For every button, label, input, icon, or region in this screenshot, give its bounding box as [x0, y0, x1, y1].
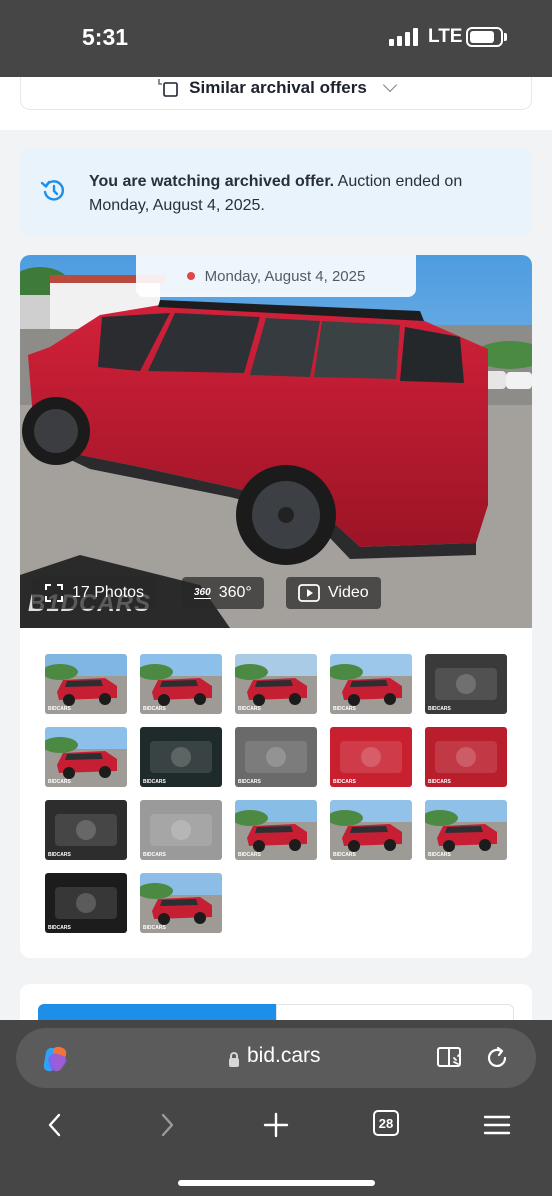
- thumbnail-watermark: BIDCARS: [143, 706, 166, 712]
- copilot-icon[interactable]: [40, 1044, 70, 1074]
- signal-icon: [389, 28, 418, 46]
- archived-notice: You are watching archived offer. Auction…: [20, 149, 532, 235]
- auction-date-pill: Monday, August 4, 2025: [136, 255, 416, 297]
- copy-icon: [158, 79, 178, 97]
- photo-thumbnail[interactable]: BIDCARS: [45, 873, 127, 933]
- browser-toolbar: bid.cars 28: [0, 1020, 552, 1196]
- tab-inactive[interactable]: [276, 1004, 514, 1020]
- chevron-down-icon: [382, 77, 397, 93]
- photo-thumbnail[interactable]: BIDCARS: [140, 654, 222, 714]
- photo-thumbnail[interactable]: BIDCARS: [235, 654, 317, 714]
- view-360-button[interactable]: 360 360°: [182, 577, 264, 609]
- lock-icon: [229, 1052, 239, 1067]
- similar-card: Similar archival offers: [0, 77, 552, 130]
- photo-thumbnail[interactable]: BIDCARS: [330, 727, 412, 787]
- thumbnail-watermark: BIDCARS: [48, 852, 71, 858]
- photos-button[interactable]: 17 Photos: [32, 577, 157, 609]
- main-photo[interactable]: Monday, August 4, 2025 B1DCARS 17 Photos…: [20, 255, 532, 628]
- url-text[interactable]: bid.cars: [247, 1044, 321, 1068]
- thumbnail-watermark: BIDCARS: [428, 706, 451, 712]
- photo-thumbnail[interactable]: BIDCARS: [425, 654, 507, 714]
- photo-thumbnail[interactable]: BIDCARS: [330, 654, 412, 714]
- auction-date: Monday, August 4, 2025: [204, 267, 366, 285]
- battery-icon: [466, 27, 503, 47]
- photo-thumbnail[interactable]: BIDCARS: [425, 727, 507, 787]
- browser-nav-row: 28: [0, 1106, 552, 1146]
- photo-thumbnail[interactable]: BIDCARS: [140, 727, 222, 787]
- gallery-card: Monday, August 4, 2025 B1DCARS 17 Photos…: [20, 255, 532, 958]
- notice-bold: You are watching archived offer.: [89, 173, 335, 190]
- history-icon: [40, 180, 65, 201]
- reader-mode-icon[interactable]: [436, 1046, 464, 1070]
- menu-icon[interactable]: [483, 1112, 511, 1138]
- view-360-label: 360°: [218, 584, 252, 601]
- thumbnail-watermark: BIDCARS: [238, 779, 261, 785]
- status-time: 5:31: [82, 24, 129, 50]
- photo-thumbnail[interactable]: BIDCARS: [330, 800, 412, 860]
- new-tab-icon[interactable]: [263, 1112, 289, 1138]
- live-dot: [186, 272, 195, 280]
- tabs-card: [20, 984, 532, 1020]
- photo-thumbnail[interactable]: BIDCARS: [45, 800, 127, 860]
- thumbnail-watermark: BIDCARS: [238, 852, 261, 858]
- 360-icon: 360: [194, 587, 211, 599]
- thumbnail-watermark: BIDCARS: [428, 779, 451, 785]
- back-icon[interactable]: [46, 1112, 64, 1138]
- address-bar[interactable]: bid.cars: [16, 1028, 536, 1088]
- thumbnail-watermark: BIDCARS: [48, 706, 71, 712]
- photo-thumbnail[interactable]: BIDCARS: [140, 800, 222, 860]
- thumbnail-watermark: BIDCARS: [143, 779, 166, 785]
- video-button[interactable]: Video: [286, 577, 381, 609]
- photo-thumbnail[interactable]: BIDCARS: [45, 727, 127, 787]
- similar-offers-button[interactable]: Similar archival offers: [20, 77, 532, 110]
- thumbnail-watermark: BIDCARS: [143, 852, 166, 858]
- battery-tip: [504, 33, 507, 41]
- forward-icon[interactable]: [158, 1112, 176, 1138]
- thumbnail-watermark: BIDCARS: [333, 706, 356, 712]
- archived-notice-text: You are watching archived offer. Auction…: [89, 170, 509, 218]
- photo-thumbnail[interactable]: BIDCARS: [235, 727, 317, 787]
- tabs-count-button[interactable]: 28: [373, 1110, 399, 1136]
- reload-icon[interactable]: [484, 1045, 510, 1071]
- photo-thumbnail[interactable]: BIDCARS: [235, 800, 317, 860]
- photos-label: 17 Photos: [72, 584, 145, 601]
- thumbnail-watermark: BIDCARS: [428, 852, 451, 858]
- network-label: LTE: [428, 26, 463, 47]
- thumbnail-watermark: BIDCARS: [48, 779, 71, 785]
- thumbnail-watermark: BIDCARS: [333, 779, 356, 785]
- video-label: Video: [328, 584, 369, 601]
- page-content: Similar archival offers You are watching…: [0, 77, 552, 1020]
- video-play-icon: [298, 584, 320, 602]
- thumbnail-watermark: BIDCARS: [333, 852, 356, 858]
- photo-thumbnail[interactable]: BIDCARS: [140, 873, 222, 933]
- thumbnail-watermark: BIDCARS: [143, 925, 166, 931]
- thumbnail-watermark: BIDCARS: [238, 706, 261, 712]
- tab-active[interactable]: [38, 1004, 276, 1020]
- photo-thumbnail[interactable]: BIDCARS: [425, 800, 507, 860]
- photo-thumbnail[interactable]: BIDCARS: [45, 654, 127, 714]
- similar-offers-label: Similar archival offers: [189, 78, 367, 97]
- expand-icon: [45, 584, 63, 602]
- home-indicator[interactable]: [178, 1180, 375, 1186]
- status-bar: 5:31 LTE: [0, 0, 552, 77]
- thumbnail-watermark: BIDCARS: [48, 925, 71, 931]
- car-photo: [20, 255, 532, 628]
